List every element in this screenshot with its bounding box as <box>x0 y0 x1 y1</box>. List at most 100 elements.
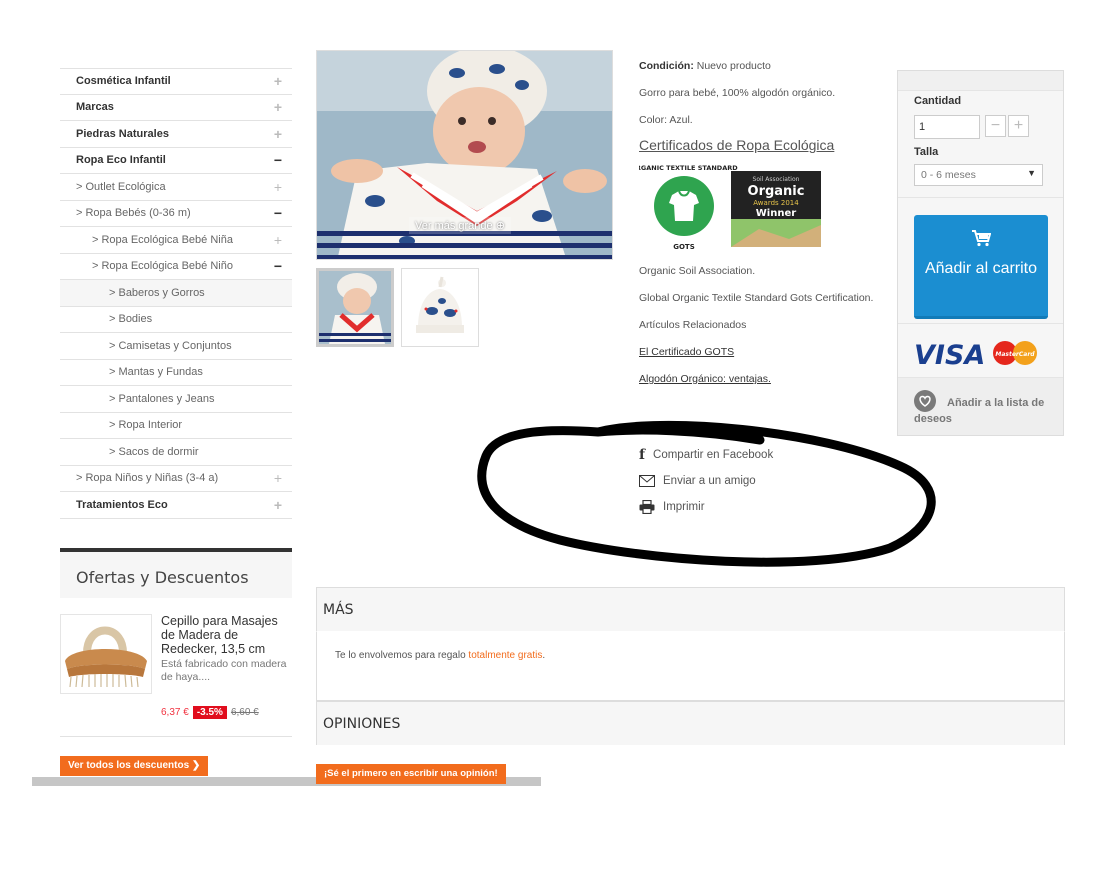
sidebar-category-item[interactable]: > Baberos y Gorros <box>60 280 292 307</box>
print-button[interactable]: Imprimir <box>639 494 773 520</box>
wishlist-label: Añadir a la lista de deseos <box>914 397 1045 425</box>
sidebar-category-label: > Sacos de dormir <box>109 445 199 458</box>
product-thumbnail-1[interactable] <box>316 268 394 347</box>
gots-badge-top-text: ORGANIC TEXTILE STANDARD <box>639 164 738 172</box>
sidebar-category-item[interactable]: > Bodies <box>60 307 292 333</box>
sidebar-category-label: Marcas <box>76 101 114 114</box>
sidebar-category-item[interactable]: > Pantalones y Jeans <box>60 386 292 413</box>
product-page: Cosmética Infantil + Marcas + Piedras Natura… <box>0 0 1100 880</box>
award-line-3: Awards 2014 <box>753 199 799 207</box>
cart-icon <box>972 230 991 247</box>
size-select[interactable]: 0 - 6 meses ▼ <box>914 164 1043 186</box>
expand-icon[interactable]: + <box>272 180 284 194</box>
sidebar-category-item[interactable]: Ropa Eco Infantil − <box>60 148 292 174</box>
quantity-increase-button[interactable]: + <box>1008 115 1029 137</box>
product-main-image[interactable]: Ver más grande ⊕ <box>316 50 613 260</box>
gots-badge: ORGANIC TEXTILE STANDARD GOTS Soil Assoc… <box>630 164 821 251</box>
see-all-discounts-button[interactable]: Ver todos los descuentos ❯ <box>60 756 209 776</box>
certificates-link[interactable]: Certificados de Ropa Ecológica <box>639 137 879 153</box>
sidebar-category-label: > Outlet Ecológica <box>76 180 166 193</box>
offer-old-price: 6,60 € <box>230 707 259 718</box>
share-facebook-label: Compartir en Facebook <box>653 449 774 461</box>
product-info: Condición: Nuevo producto Gorro para beb… <box>630 60 879 400</box>
offer-text: Cepillo para Masajes de Madera de Redeck… <box>161 614 289 684</box>
sidebar-category-item[interactable]: > Mantas y Fundas <box>60 360 292 386</box>
mastercard-logo: MasterCard <box>995 351 1035 358</box>
offer-price: 6,37 € <box>161 707 189 718</box>
print-label: Imprimir <box>663 501 705 513</box>
sidebar-category-item[interactable]: > Ropa Niños y Niñas (3-4 a) + <box>60 466 292 492</box>
reviews-section-title: OPINIONES <box>316 701 1065 745</box>
share-facebook-button[interactable]: f Compartir en Facebook <box>639 442 773 468</box>
offer-product[interactable]: Cepillo para Masajes de Madera de Redeck… <box>60 614 292 724</box>
sidebar-category-item[interactable]: > Camisetas y Conjuntos <box>60 333 292 360</box>
related-link-gots[interactable]: El Certificado GOTS <box>639 346 734 358</box>
send-friend-button[interactable]: Enviar a un amigo <box>639 468 773 494</box>
sidebar-category-label: > Ropa Bebés (0-36 m) <box>76 207 191 220</box>
buy-box: Cantidad 1 − + Talla 0 - 6 meses ▼ Añadi… <box>897 70 1064 436</box>
collapse-icon[interactable]: − <box>272 259 284 273</box>
sidebar-category-item[interactable]: > Ropa Interior <box>60 413 292 439</box>
add-to-cart-button[interactable]: Añadir al carrito <box>914 215 1048 319</box>
expand-icon[interactable]: + <box>272 127 284 141</box>
gots-certification-text: Global Organic Textile Standard Gots Cer… <box>639 292 874 304</box>
sidebar-category-item[interactable]: Piedras Naturales + <box>60 121 292 148</box>
sidebar-category-label: > Ropa Niños y Niñas (3-4 a) <box>76 472 219 485</box>
sidebar-category-item[interactable]: > Ropa Ecológica Bebé Niña + <box>60 227 292 254</box>
collapse-icon[interactable]: − <box>272 206 284 220</box>
offers-title: Ofertas y Descuentos <box>76 568 249 587</box>
product-thumbnail-2[interactable] <box>401 268 479 347</box>
sidebar-category-label: > Ropa Ecológica Bebé Niña <box>92 233 233 246</box>
expand-icon[interactable]: + <box>272 471 284 485</box>
sidebar-category-label: > Ropa Ecológica Bebé Niño <box>92 260 233 273</box>
offer-product-image[interactable] <box>60 614 152 694</box>
free-highlight: totalmente gratis <box>468 650 543 661</box>
send-friend-label: Enviar a un amigo <box>663 475 756 487</box>
sidebar-category-item[interactable]: > Ropa Ecológica Bebé Niño − <box>60 254 292 280</box>
wishlist-button[interactable]: Añadir a la lista de deseos <box>898 377 1063 435</box>
sidebar-category-label: Cosmética Infantil <box>76 75 171 88</box>
sidebar-category-label: > Mantas y Fundas <box>109 366 203 379</box>
category-tree: Cosmética Infantil + Marcas + Piedras Natura… <box>60 68 292 519</box>
size-select-value: 0 - 6 meses <box>921 169 976 181</box>
print-icon <box>639 500 655 514</box>
more-section-title: MÁS <box>316 587 1065 631</box>
visa-logo: VISA <box>914 340 985 371</box>
offer-product-description: Está fabricado con madera de haya.... <box>161 658 287 683</box>
dropdown-arrow-icon: ▼ <box>1027 168 1036 178</box>
sidebar-category-item[interactable]: > Outlet Ecológica + <box>60 174 292 201</box>
gots-badge-bottom-text: GOTS <box>673 243 695 251</box>
payment-logos: VISA MasterCard <box>912 333 1052 373</box>
related-link-organic-cotton[interactable]: Algodón Orgánico: ventajas. <box>639 373 771 385</box>
condition-value: Nuevo producto <box>696 60 771 72</box>
sidebar-category-item[interactable]: Tratamientos Eco + <box>60 492 292 519</box>
offer-product-name[interactable]: Cepillo para Masajes de Madera de Redeck… <box>161 614 289 656</box>
sidebar-category-item[interactable]: > Ropa Bebés (0-36 m) − <box>60 201 292 227</box>
expand-icon[interactable]: + <box>272 498 284 512</box>
divider <box>898 323 1063 324</box>
size-label: Talla <box>914 146 939 158</box>
sidebar-category-item[interactable]: Cosmética Infantil + <box>60 68 292 95</box>
sidebar-category-label: > Pantalones y Jeans <box>109 392 215 405</box>
view-larger-button[interactable]: Ver más grande ⊕ <box>409 217 511 234</box>
expand-icon[interactable]: + <box>272 100 284 114</box>
envelope-icon <box>639 475 655 487</box>
quantity-decrease-button[interactable]: − <box>985 115 1006 137</box>
facebook-icon: f <box>639 447 646 463</box>
product-description: Gorro para bebé, 100% algodón orgánico. <box>639 87 836 99</box>
collapse-icon[interactable]: − <box>272 153 284 167</box>
expand-icon[interactable]: + <box>272 233 284 247</box>
more-section-text: Te lo envolvemos para regalo <box>335 650 469 661</box>
certification-badges: ORGANIC TEXTILE STANDARD GOTS Soil Assoc… <box>630 161 879 253</box>
condition-label: Condición: <box>639 60 694 72</box>
sidebar-category-item[interactable]: Marcas + <box>60 95 292 121</box>
expand-icon[interactable]: + <box>272 74 284 88</box>
quantity-input[interactable]: 1 <box>914 115 980 139</box>
offers-header: Ofertas y Descuentos <box>60 548 292 598</box>
more-section-end: . <box>542 650 546 661</box>
buy-box-top <box>898 71 1063 91</box>
add-to-cart-label: Añadir al carrito <box>924 260 1038 277</box>
write-review-button[interactable]: ¡Sé el primero en escribir una opinión! <box>316 764 506 784</box>
sidebar-category-item[interactable]: > Sacos de dormir <box>60 439 292 466</box>
sidebar-category-label: > Baberos y Gorros <box>109 286 205 299</box>
